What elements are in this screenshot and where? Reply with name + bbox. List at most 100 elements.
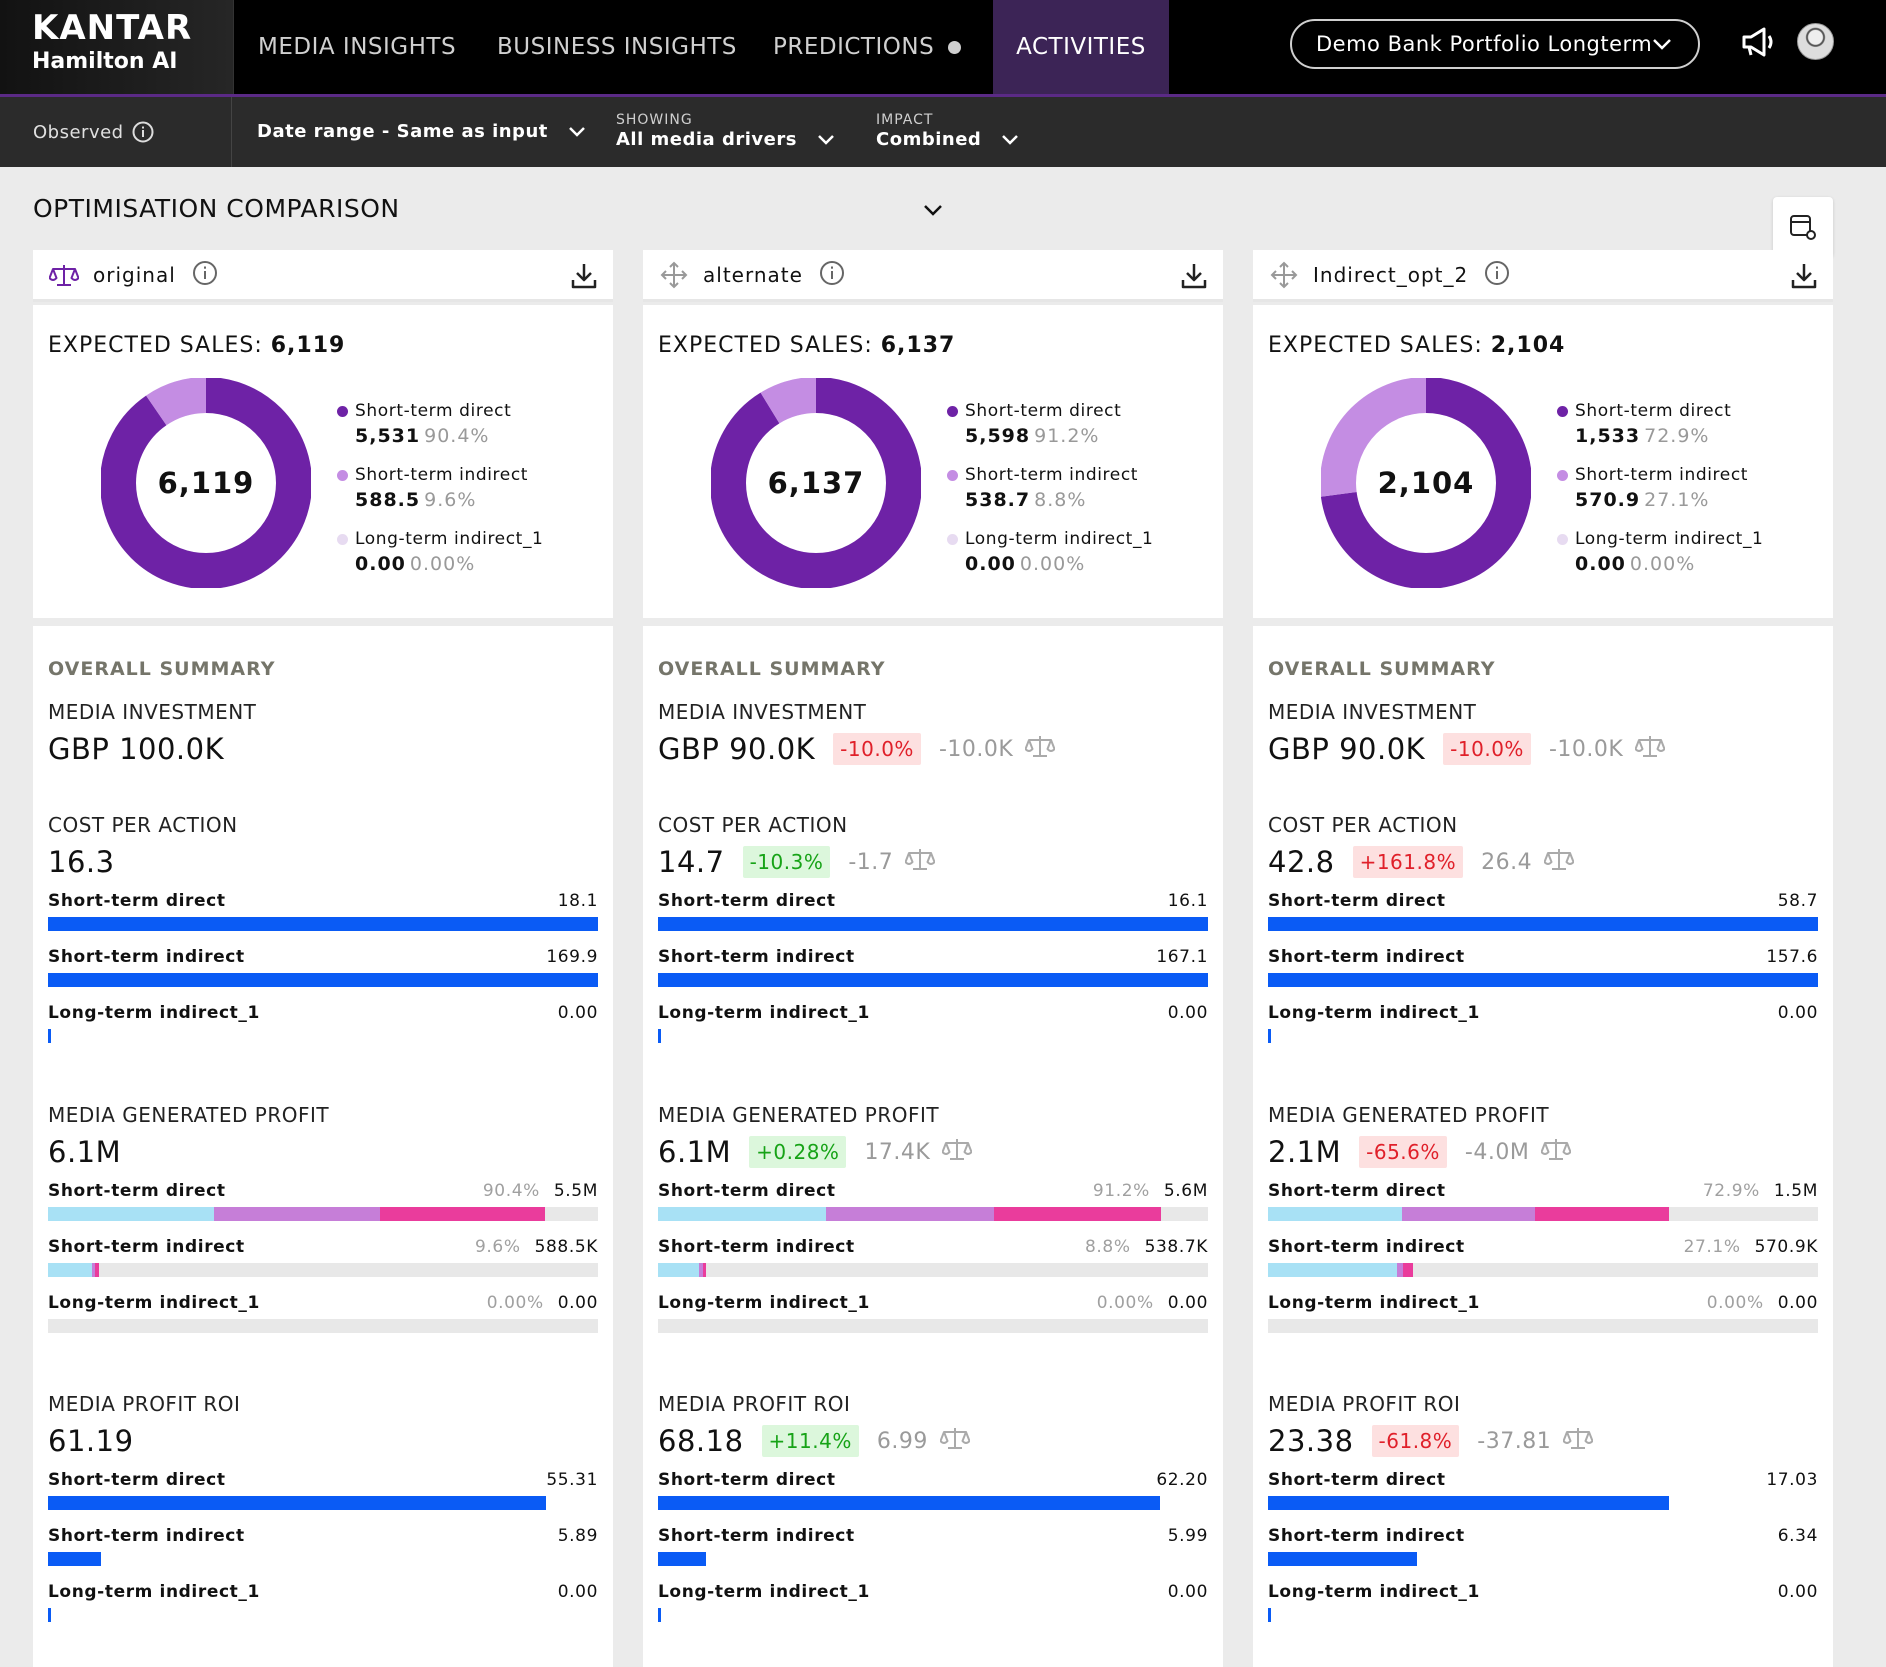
metric-value: 42.8 [1268,845,1335,879]
legend-percent: 72.9% [1644,425,1710,447]
bar-label: Short-term indirect [48,1526,245,1546]
scenario-column-indirect_opt_2: Indirect_opt_2 EXPECTED SALES: 2,104 2,104… [1253,250,1833,1667]
info-icon[interactable] [132,121,154,143]
legend-item-short-term-direct: Short-term direct 5,531 90.4% [337,399,543,449]
bar-label: Short-term direct [1268,1470,1446,1490]
legend-item-short-term-indirect: Short-term indirect 588.5 9.6% [337,463,543,513]
impact-dropdown[interactable]: IMPACT Combined [876,111,1019,150]
metric-label: COST PER ACTION [48,813,238,837]
bar-track [658,1552,1208,1566]
legend-dot [337,406,348,417]
bar-value: 5.99 [1167,1526,1208,1546]
metric-value: 2.1M [1268,1135,1342,1169]
metric-label: MEDIA PROFIT ROI [1268,1392,1461,1416]
chevron-down-icon[interactable] [922,203,944,217]
profit-segment [658,1207,826,1221]
brand-logo[interactable]: KANTAR Hamilton AI [0,0,234,94]
donut-legend: Short-term direct 5,531 90.4% Short-term in… [337,399,543,591]
profit-segment [1535,1207,1669,1221]
bar-value: 1.5M [1773,1181,1818,1201]
bar-fill [1268,1608,1271,1622]
info-icon[interactable] [819,260,845,290]
scale-icon [1634,732,1666,766]
move-icon[interactable] [659,260,689,290]
bar-fill [658,973,1208,987]
scale-icon [1562,1424,1594,1458]
user-avatar[interactable] [1797,23,1834,60]
legend-item-long-term-indirect: Long-term indirect_1 0.00 0.00% [1557,527,1763,577]
legend-item-short-term-direct: Short-term direct 5,598 91.2% [947,399,1153,449]
announcement-icon[interactable] [1740,24,1778,60]
bar-value: 17.03 [1766,1470,1818,1490]
legend-value: 0.00 [1575,553,1626,575]
bar-percent: 8.8% [1084,1237,1131,1257]
chevron-down-icon [818,134,834,145]
observed-toggle[interactable]: Observed [0,97,232,167]
download-icon[interactable] [1789,261,1819,295]
impact-value: Combined [876,129,982,150]
date-range-dropdown[interactable]: Date range - Same as input [257,121,586,142]
profit-segment [1268,1263,1398,1277]
legend-value: 0.00 [965,553,1016,575]
tab-business-insights[interactable]: BUSINESS INSIGHTS [497,0,737,94]
overall-summary-card: OVERALL SUMMARY MEDIA INVESTMENT GBP 100.0… [33,626,613,1667]
scenario-name: Indirect_opt_2 [1313,262,1469,287]
profit-segment [214,1207,381,1221]
download-icon[interactable] [1179,261,1209,295]
metric-value: 16.3 [48,845,115,879]
portfolio-selector[interactable]: Demo Bank Portfolio Longterm [1290,19,1700,69]
tab-activities[interactable]: ACTIVITIES [993,0,1169,94]
bar-fill [658,1552,707,1566]
metric-label: MEDIA GENERATED PROFIT [658,1103,940,1127]
expected-sales-card: EXPECTED SALES: 6,137 6,137 Short-term dir… [643,305,1223,618]
bar-fill [48,917,598,931]
media-generated-profit-metric: MEDIA GENERATED PROFIT 2.1M -65.6% -4.0M Sho… [1268,1103,1818,1333]
scale-icon[interactable] [49,260,79,290]
legend-value: 538.7 [965,489,1031,511]
scenario-header: Indirect_opt_2 [1253,250,1833,302]
legend-value: 570.9 [1575,489,1641,511]
table-settings-button[interactable] [1773,197,1833,257]
legend-dot [947,470,958,481]
donut-center-value: 2,104 [1377,466,1475,500]
bar-percent: 0.00% [1096,1293,1154,1313]
change-delta: 6.99 [876,1428,928,1454]
expected-sales-value: 2,104 [1490,333,1566,358]
profit-segment [48,1263,92,1277]
legend-dot [1557,534,1568,545]
bar-track [48,1319,598,1333]
bar-track [658,1207,1208,1221]
info-icon[interactable] [192,260,218,290]
showing-dropdown[interactable]: SHOWING All media drivers [616,111,835,150]
bar-label: Short-term indirect [658,1526,855,1546]
bar-percent: 91.2% [1092,1181,1150,1201]
bar-label: Short-term direct [658,1181,836,1201]
legend-label: Short-term direct [355,401,512,421]
legend-label: Long-term indirect_1 [965,529,1154,549]
move-icon[interactable] [1269,260,1299,290]
media-profit-roi-metric: MEDIA PROFIT ROI 23.38 -61.8% -37.81 Short-t… [1268,1392,1818,1622]
media-profit-roi-metric: MEDIA PROFIT ROI 61.19 Short-term direct 55… [48,1392,598,1622]
bar-label: Long-term indirect_1 [48,1582,260,1602]
top-navigation: KANTAR Hamilton AI MEDIA INSIGHTS BUSINE… [0,0,1886,97]
profit-segment [825,1207,994,1221]
bar-value: 0.00 [1167,1293,1208,1313]
legend-label: Long-term indirect_1 [355,529,544,549]
metric-label: COST PER ACTION [1268,813,1458,837]
expected-sales-title: EXPECTED SALES: 6,137 [658,333,955,358]
legend-percent: 9.6% [424,489,477,511]
bar-label: Long-term indirect_1 [1268,1582,1480,1602]
bar-label: Long-term indirect_1 [658,1582,870,1602]
bar-track [1268,1496,1818,1510]
bar-fill [48,1552,101,1566]
tab-predictions[interactable]: PREDICTIONS [773,0,962,94]
metric-value: 14.7 [658,845,725,879]
bar-value: 0.00 [557,1003,598,1023]
tab-media-insights[interactable]: MEDIA INSIGHTS [258,0,456,94]
overall-summary-title: OVERALL SUMMARY [48,658,276,680]
bar-label: Short-term direct [48,891,226,911]
info-icon[interactable] [1484,260,1510,290]
download-icon[interactable] [569,261,599,295]
scale-icon [939,1424,971,1458]
bar-percent: 9.6% [474,1237,521,1257]
